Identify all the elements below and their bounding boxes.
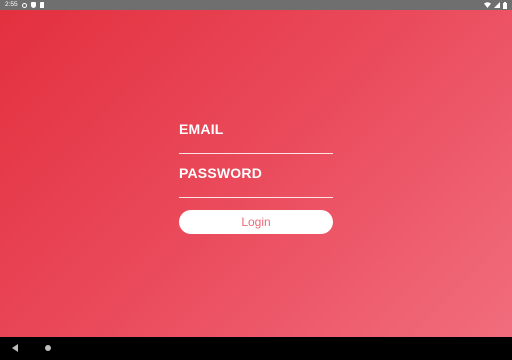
password-field-underline xyxy=(179,197,333,198)
shield-icon xyxy=(30,2,36,8)
status-bar-right xyxy=(484,0,507,10)
sd-card-icon xyxy=(39,2,44,8)
password-field[interactable]: PASSWORD xyxy=(179,165,262,181)
home-icon[interactable] xyxy=(45,345,51,351)
status-bar: 2:55 xyxy=(0,0,512,10)
signal-icon xyxy=(494,2,500,8)
wifi-icon xyxy=(484,2,491,8)
gear-icon xyxy=(21,2,27,8)
status-time: 2:55 xyxy=(5,1,18,8)
app-screen: 2:55 EMAIL PASSWORD Login xyxy=(0,0,512,360)
login-button[interactable]: Login xyxy=(179,210,333,234)
back-icon[interactable] xyxy=(12,344,18,352)
status-bar-left: 2:55 xyxy=(5,0,44,10)
email-field-underline xyxy=(179,153,333,154)
navigation-bar xyxy=(0,337,512,360)
battery-icon xyxy=(503,1,507,9)
login-screen: EMAIL PASSWORD Login xyxy=(0,10,512,337)
email-field[interactable]: EMAIL xyxy=(179,121,224,137)
